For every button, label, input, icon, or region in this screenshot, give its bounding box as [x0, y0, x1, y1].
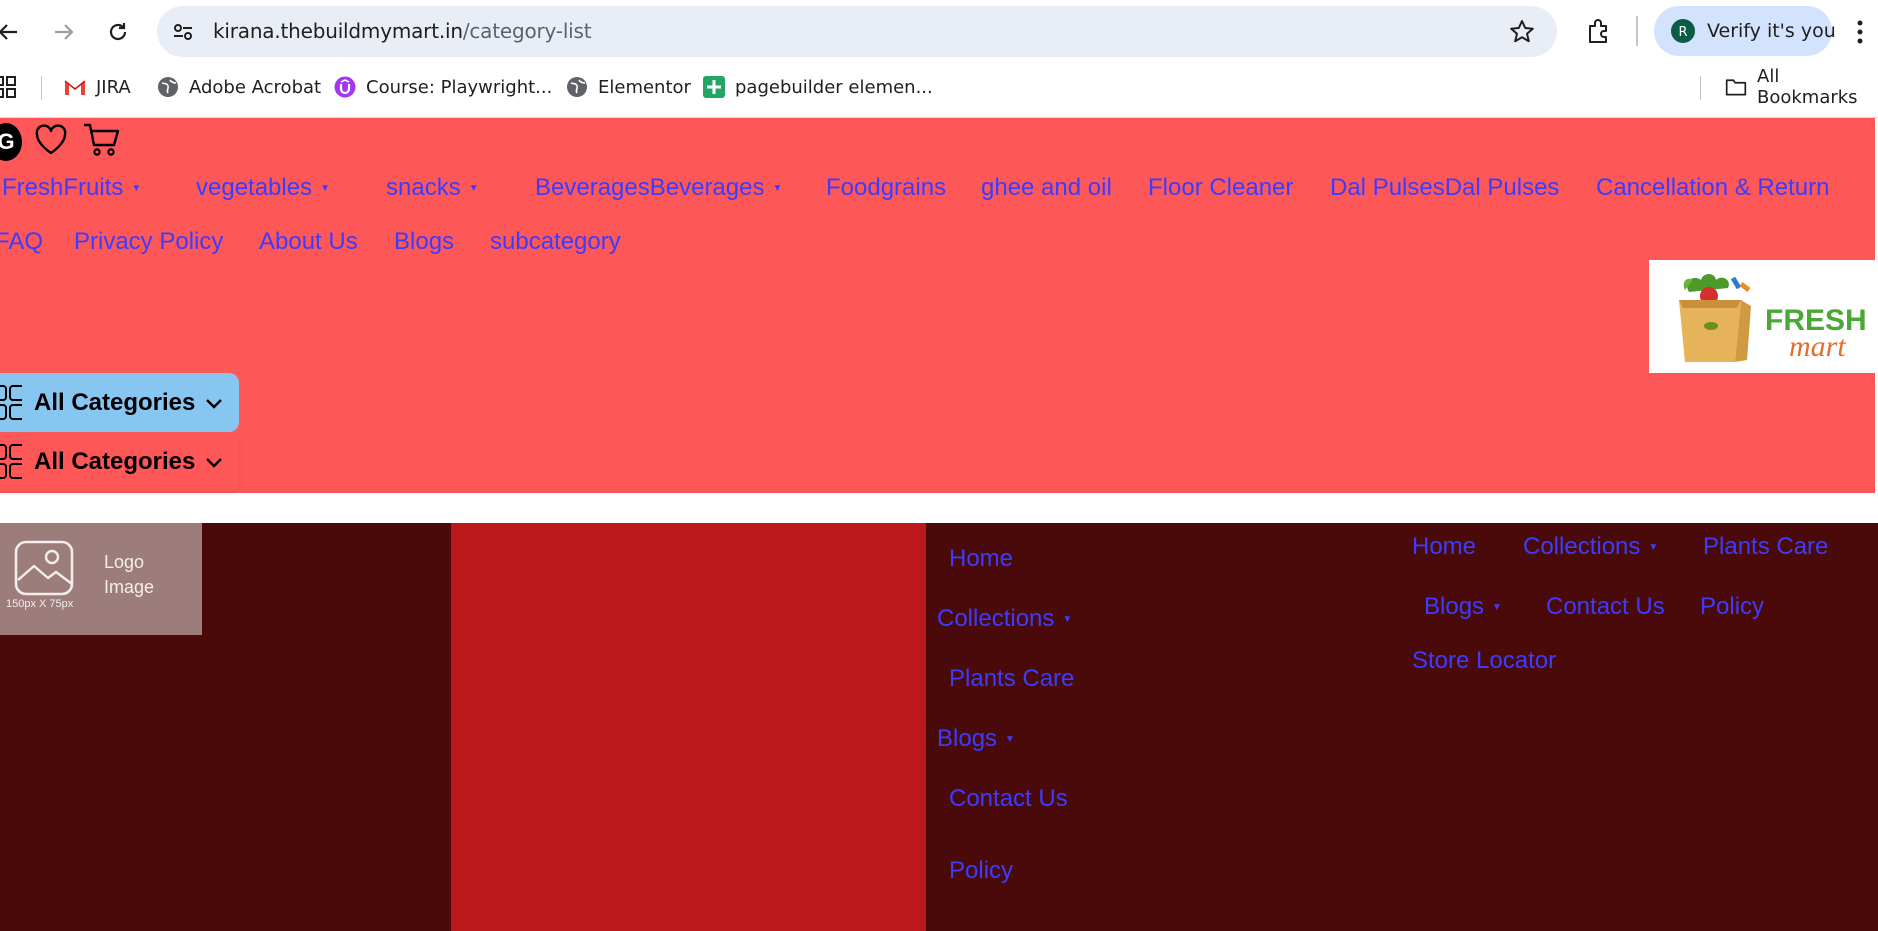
forward-button[interactable] [44, 12, 84, 52]
footer-nav-plants-care[interactable]: Plants Care [949, 665, 1074, 693]
site-info-icon[interactable] [171, 20, 195, 49]
back-button[interactable] [0, 12, 28, 52]
menu-label: FreshFruits [2, 174, 124, 201]
globe-icon [566, 76, 588, 98]
udemy-icon [334, 76, 356, 98]
bookmark-label: Course: Playwright... [366, 76, 553, 98]
bookmark-elementor[interactable]: Elementor [566, 68, 691, 106]
menu-freshfruits[interactable]: FreshFruits ▼ [2, 174, 141, 202]
footer-column-middle [451, 523, 926, 931]
menu-subcategory[interactable]: subcategory [490, 228, 621, 256]
menu-label: vegetables [196, 174, 313, 201]
image-placeholder-icon [14, 540, 74, 601]
bookmark-label: JIRA [96, 76, 131, 98]
profile-avatar: R [1671, 19, 1695, 43]
bookmark-course-playwright[interactable]: Course: Playwright... [334, 68, 552, 106]
folder-icon [1725, 76, 1747, 98]
bookmark-label: pagebuilder elemen... [735, 76, 933, 98]
forward-arrow-icon [55, 24, 74, 40]
menu-privacy-policy[interactable]: Privacy Policy [74, 228, 223, 256]
footer-nav-label: Blogs [937, 725, 998, 752]
wishlist-heart-icon[interactable] [34, 124, 68, 161]
chevron-down-icon [205, 389, 223, 417]
footer-nav-home[interactable]: Home [949, 545, 1013, 573]
bookmark-pagebuilder[interactable]: pagebuilder elemen... [703, 68, 933, 106]
caret-down-icon: ▼ [468, 183, 479, 195]
caret-down-icon: ▼ [1648, 542, 1659, 554]
menu-ghee-and-oil[interactable]: ghee and oil [981, 174, 1112, 202]
menu-floor-cleaner[interactable]: Floor Cleaner [1148, 174, 1293, 202]
menu-label: snacks [386, 174, 461, 201]
logo-placeholder-size: 150px X 75px [6, 598, 74, 610]
footer-nav-label: Blogs [1424, 593, 1485, 620]
site-logo[interactable]: FRESH mart [1649, 260, 1875, 373]
all-categories-button[interactable]: All Categories [0, 373, 239, 432]
footer-column-right [926, 523, 1878, 931]
footer-nav-policy[interactable]: Policy [949, 857, 1013, 885]
logo-placeholder-title: Logo Image [104, 552, 155, 597]
menu-label: BeveragesBeverages [535, 174, 765, 201]
grid-icon [0, 384, 22, 421]
footer-nav-label: Collections [1523, 533, 1641, 560]
url-path: /category-list [462, 19, 592, 43]
menu-snacks[interactable]: snacks ▼ [386, 174, 479, 202]
back-arrow-icon [0, 24, 17, 40]
all-categories-label: All Categories [34, 388, 196, 416]
bookmark-adobe-acrobat[interactable]: Adobe Acrobat [157, 68, 321, 106]
caret-down-icon: ▼ [131, 183, 142, 195]
bookmark-star-icon[interactable] [1509, 19, 1535, 50]
all-bookmarks-button[interactable]: All Bookmarks [1725, 66, 1878, 108]
menu-foodgrains[interactable]: Foodgrains [826, 174, 946, 202]
footer-hnav-home[interactable]: Home [1412, 533, 1476, 561]
cart-icon[interactable] [82, 122, 120, 163]
footer-hnav-collections[interactable]: Collections ▼ [1523, 533, 1658, 561]
footer-nav-blogs[interactable]: Blogs ▼ [937, 725, 1015, 753]
toolbar-divider [1636, 16, 1638, 46]
footer-hnav-policy[interactable]: Policy [1700, 593, 1764, 621]
apps-grid-icon[interactable] [0, 76, 18, 105]
footer-hnav-contact-us[interactable]: Contact Us [1546, 593, 1665, 621]
all-categories-button-secondary[interactable]: All Categories [0, 433, 239, 491]
caret-down-icon: ▼ [772, 183, 783, 195]
footer-nav-contact-us[interactable]: Contact Us [949, 785, 1068, 813]
menu-faq[interactable]: FAQ [0, 228, 43, 256]
footer-hnav-blogs[interactable]: Blogs ▼ [1424, 593, 1502, 621]
url-host: kirana.thebuildmymart.in [213, 19, 463, 43]
footer-hnav-plants-care[interactable]: Plants Care [1703, 533, 1828, 561]
footer-nav-collections[interactable]: Collections ▼ [937, 605, 1072, 633]
grid-icon [0, 444, 22, 480]
caret-down-icon: ▼ [320, 183, 330, 195]
logo-word-mart: mart [1789, 330, 1846, 363]
footer-hnav-store-locator[interactable]: Store Locator [1412, 647, 1556, 675]
menu-cancellation-return[interactable]: Cancellation & Return [1596, 174, 1829, 202]
menu-blogs[interactable]: Blogs [394, 228, 454, 256]
caret-down-icon: ▼ [1005, 734, 1015, 746]
footer-nav-label: Collections [937, 605, 1055, 632]
menu-dal-pulses[interactable]: Dal PulsesDal Pulses [1330, 174, 1559, 202]
bookmark-label: Adobe Acrobat [189, 76, 322, 98]
bookmark-label: Elementor [598, 76, 691, 98]
extensions-puzzle-icon[interactable] [1585, 17, 1613, 50]
bookmarks-separator [1700, 76, 1701, 100]
menu-vegetables[interactable]: vegetables ▼ [196, 174, 330, 202]
caret-down-icon: ▼ [1062, 614, 1073, 626]
bookmark-jira[interactable]: JIRA [64, 68, 131, 106]
browser-menu-icon[interactable] [1856, 19, 1864, 50]
reload-icon [109, 23, 127, 41]
reload-button[interactable] [98, 12, 138, 52]
grocery-bag-icon: FRESH mart [1679, 274, 1867, 363]
verify-label: Verify it's you [1707, 20, 1836, 42]
url-text[interactable]: kirana.thebuildmymart.in/category-list [213, 6, 592, 57]
caret-down-icon: ▼ [1492, 602, 1502, 614]
chevron-down-icon [205, 448, 223, 476]
all-categories-label: All Categories [34, 448, 196, 475]
google-sheets-plus-icon [703, 76, 725, 98]
globe-icon [157, 76, 179, 98]
all-bookmarks-label: All Bookmarks [1757, 66, 1858, 108]
menu-beverages[interactable]: BeveragesBeverages ▼ [535, 174, 782, 202]
bookmarks-separator [41, 76, 42, 100]
gmail-icon [64, 76, 86, 98]
menu-about-us[interactable]: About Us [259, 228, 358, 256]
